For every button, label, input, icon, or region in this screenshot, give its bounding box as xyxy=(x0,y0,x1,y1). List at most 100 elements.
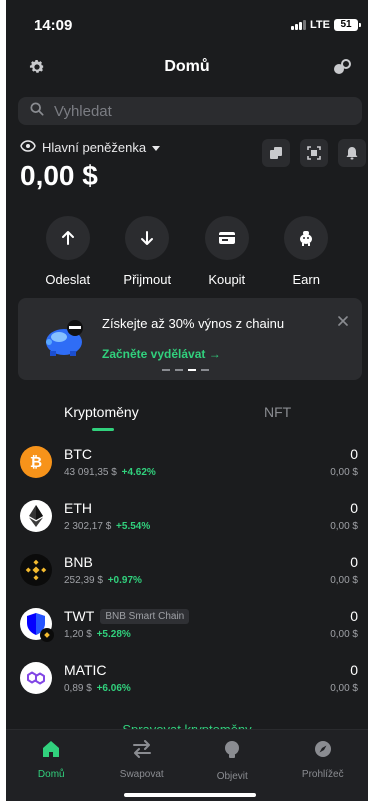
staking-promo-banner[interactable]: Získejte až 30% výnos z chainu Začněte v… xyxy=(18,298,362,380)
bottom-navigation: Domů Swapovat Objevit Prohlížeč xyxy=(6,729,368,801)
nav-discover-label: Objevit xyxy=(216,771,248,782)
promo-title: Získejte až 30% výnos z chainu xyxy=(102,316,285,331)
list-item-bnb[interactable]: BNB 252,39 $ +0.97% 0 0,00 $ xyxy=(6,550,368,600)
ethereum-icon xyxy=(20,500,52,532)
coin-amount: 0 xyxy=(350,608,358,624)
wallet-tools xyxy=(262,139,366,167)
coin-value: 0,00 $ xyxy=(330,683,358,694)
home-indicator xyxy=(124,793,256,797)
coin-price: 0,89 $ xyxy=(64,683,92,694)
nav-swap-label: Swapovat xyxy=(119,769,164,780)
asset-tabs: Kryptoměny NFT xyxy=(6,400,368,436)
wallet-selector[interactable]: Hlavní peněženka xyxy=(20,140,161,155)
coin-change: +6.06% xyxy=(96,683,131,694)
coin-amount: 0 xyxy=(350,500,358,516)
coin-price: 2 302,17 $ xyxy=(64,521,112,532)
coin-amount: 0 xyxy=(350,446,358,462)
eye-icon[interactable] xyxy=(20,140,36,155)
coin-price: 1,20 $ xyxy=(64,629,92,640)
coin-value: 0,00 $ xyxy=(330,521,358,532)
earn-button[interactable]: Earn xyxy=(271,216,341,287)
nav-home[interactable]: Domů xyxy=(6,730,97,801)
coin-symbol: MATIC xyxy=(64,662,107,678)
list-item-eth[interactable]: ETH 2 302,17 $ +5.54% 0 0,00 $ xyxy=(6,496,368,546)
coin-change: +5.54% xyxy=(116,521,151,532)
coin-price-row: 2 302,17 $ +5.54% xyxy=(64,521,150,532)
list-item-btc[interactable]: ₿ BTC 43 091,35 $ +4.62% 0 0,00 $ xyxy=(6,442,368,492)
tab-crypto[interactable]: Kryptoměny xyxy=(64,404,139,420)
arrow-up-icon xyxy=(45,216,90,260)
copy-icon xyxy=(270,147,282,159)
wallet-balance: 0,00 $ xyxy=(20,160,98,191)
nav-browser[interactable]: Prohlížeč xyxy=(278,730,368,801)
battery-icon: 51 xyxy=(334,19,361,31)
network-type: LTE xyxy=(310,19,330,31)
nav-home-label: Domů xyxy=(37,769,65,780)
promo-cta-label: Začněte vydělávat xyxy=(102,347,206,361)
bnb-icon xyxy=(20,554,52,586)
send-label: Odeslat xyxy=(45,272,91,287)
receive-button[interactable]: Přijmout xyxy=(112,216,182,287)
active-tab-indicator xyxy=(92,428,114,431)
tab-nft[interactable]: NFT xyxy=(264,404,291,420)
promo-cta-link[interactable]: Začněte vydělávat → xyxy=(102,347,221,361)
status-indicators: LTE 51 xyxy=(291,19,361,31)
carousel-indicator xyxy=(162,369,209,371)
nav-discover[interactable]: Objevit xyxy=(187,730,278,801)
coin-symbol: BNB xyxy=(64,554,93,570)
close-icon[interactable] xyxy=(338,313,348,331)
svg-text:₿: ₿ xyxy=(30,453,42,471)
status-time: 14:09 xyxy=(34,17,73,34)
nav-browser-label: Prohlížeč xyxy=(301,769,344,780)
bnb-chain-badge-icon xyxy=(40,628,54,642)
coin-price-row: 43 091,35 $ +4.62% xyxy=(64,467,156,478)
nav-swap[interactable]: Swapovat xyxy=(97,730,188,801)
bell-icon xyxy=(346,147,358,160)
wallet-name: Hlavní peněženka xyxy=(42,140,147,155)
search-input[interactable] xyxy=(54,102,334,120)
list-item-twt[interactable]: TWT BNB Smart Chain 1,20 $ +5.28% 0 0,00 … xyxy=(6,604,368,654)
coin-price-row: 0,89 $ +6.06% xyxy=(64,683,131,694)
arrow-right-icon: → xyxy=(208,347,221,361)
send-button[interactable]: Odeslat xyxy=(33,216,103,287)
coin-change: +0.97% xyxy=(107,575,142,586)
coin-price: 252,39 $ xyxy=(64,575,103,586)
chevron-down-icon xyxy=(152,140,161,155)
coin-symbol: TWT xyxy=(64,608,95,624)
card-icon xyxy=(204,216,249,260)
search-icon xyxy=(30,101,44,121)
top-header: Domů xyxy=(6,52,368,84)
coin-price-row: 1,20 $ +5.28% xyxy=(64,629,131,640)
earn-label: Earn xyxy=(292,272,320,287)
quick-actions: Odeslat Přijmout Koupit Earn xyxy=(6,216,368,287)
scan-icon xyxy=(307,146,321,160)
coin-symbol: ETH xyxy=(64,500,92,516)
coin-amount: 0 xyxy=(350,554,358,570)
list-item-matic[interactable]: MATIC 0,89 $ +6.06% 0 0,00 $ xyxy=(6,658,368,708)
walletconnect-icon[interactable] xyxy=(332,58,352,76)
buy-label: Koupit xyxy=(208,272,246,287)
bitcoin-icon: ₿ xyxy=(20,446,52,478)
coin-price: 43 091,35 $ xyxy=(64,467,117,478)
signal-icon xyxy=(291,20,307,30)
coin-value: 0,00 $ xyxy=(330,467,358,478)
coin-price-row: 252,39 $ +0.97% xyxy=(64,575,142,586)
receive-label: Přijmout xyxy=(123,272,172,287)
copy-address-button[interactable] xyxy=(262,139,290,167)
coin-change: +4.62% xyxy=(121,467,156,478)
coin-amount: 0 xyxy=(350,662,358,678)
scan-button[interactable] xyxy=(300,139,328,167)
buy-button[interactable]: Koupit xyxy=(192,216,262,287)
search-bar[interactable] xyxy=(18,97,362,125)
notifications-button[interactable] xyxy=(338,139,366,167)
staking-illustration-icon xyxy=(42,318,90,363)
coin-change: +5.28% xyxy=(96,629,131,640)
lightbulb-icon xyxy=(223,740,241,765)
home-icon xyxy=(42,740,60,763)
coin-symbol-row: TWT BNB Smart Chain xyxy=(64,608,190,624)
status-bar: 14:09 LTE 51 xyxy=(6,0,368,48)
coin-symbol: BTC xyxy=(64,446,92,462)
polygon-icon xyxy=(20,662,52,694)
arrow-down-icon xyxy=(125,216,170,260)
coin-value: 0,00 $ xyxy=(330,575,358,586)
